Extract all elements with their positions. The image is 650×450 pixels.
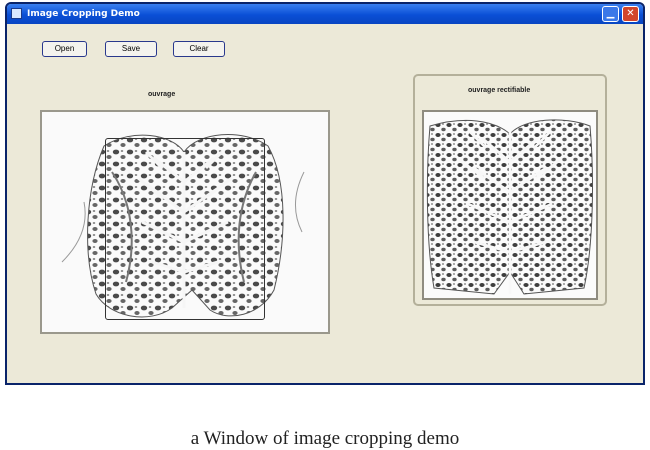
app-window-icon xyxy=(11,8,22,19)
cropped-leaf-image xyxy=(424,112,596,298)
clear-button[interactable]: Clear xyxy=(173,41,225,57)
cropped-image-label: ouvrage rectifiable xyxy=(468,87,531,94)
close-icon[interactable]: ✕ xyxy=(622,6,639,22)
save-button[interactable]: Save xyxy=(105,41,157,57)
crop-selection-rectangle[interactable] xyxy=(105,138,265,320)
title-bar[interactable]: Image Cropping Demo ▁ ✕ xyxy=(7,4,643,24)
open-button[interactable]: Open xyxy=(42,41,87,57)
original-image-panel[interactable] xyxy=(40,110,330,334)
window-title: Image Cropping Demo xyxy=(27,9,140,19)
original-image-label: ouvrage xyxy=(148,91,176,98)
figure-caption: a Window of image cropping demo xyxy=(190,428,460,449)
minimize-icon[interactable]: ▁ xyxy=(602,6,619,22)
cropped-image-panel xyxy=(422,110,598,300)
